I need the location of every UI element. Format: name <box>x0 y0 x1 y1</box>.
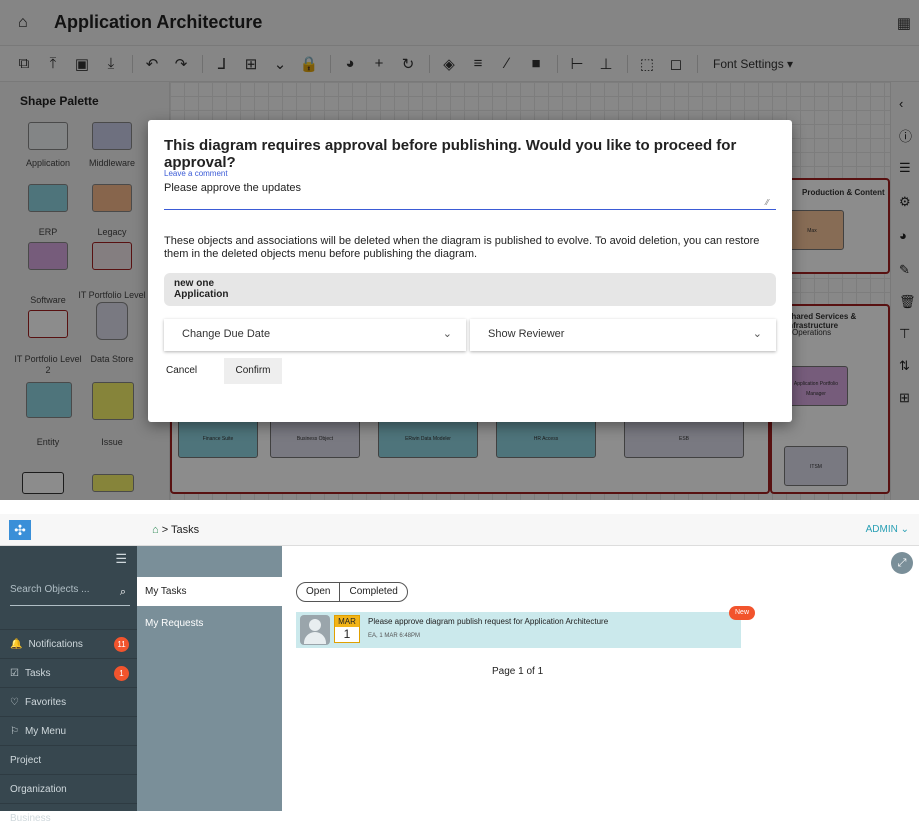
breadcrumb-current: Tasks <box>171 524 200 536</box>
chevron-down-icon: ⌄ <box>752 328 762 340</box>
sidebar-item-tasks[interactable]: ☑ Tasks 1 <box>0 658 137 687</box>
pagination-label: Page 1 of 1 <box>492 666 544 677</box>
bookmark-icon: ⚐ <box>10 726 19 737</box>
new-badge: New <box>729 606 756 620</box>
tasks-count-badge: 1 <box>114 666 129 681</box>
sidebar-item-business[interactable]: Business <box>0 803 137 832</box>
cancel-button[interactable]: Cancel <box>166 365 197 376</box>
tasks-main: ⤢ Open Completed MAR 1 Please approve di… <box>282 546 919 811</box>
sidebar-item-notifications[interactable]: 🔔 Notifications 11 <box>0 629 137 658</box>
avatar <box>300 615 330 645</box>
tab-completed[interactable]: Completed <box>340 583 406 601</box>
breadcrumb: ⌂ > Tasks <box>152 524 199 536</box>
reviewer-dropdown[interactable]: Show Reviewer ⌄ <box>470 319 776 351</box>
app-logo[interactable]: ✣ <box>9 520 31 540</box>
sidebar-item-label: Organization <box>10 784 67 795</box>
confirm-button[interactable]: Confirm <box>224 358 282 384</box>
search-placeholder: Search Objects ... <box>10 584 90 595</box>
deletion-warning: These objects and associations will be d… <box>164 235 760 260</box>
avatar-body <box>304 632 326 644</box>
task-list-item[interactable]: MAR 1 Please approve diagram publish req… <box>296 612 741 648</box>
diagram-editor: ⌂ Application Architecture ▦ ⧉ ⤒ ▣ ⤓ ↶ ↷… <box>0 0 919 500</box>
calendar-month: MAR <box>335 616 359 627</box>
resize-handle-icon[interactable]: ⁄⁄ <box>766 198 769 207</box>
deleted-object: new one <box>174 278 215 289</box>
heart-icon: ♡ <box>10 697 19 708</box>
chevron-down-icon: ⌄ <box>900 524 909 535</box>
tab-open[interactable]: Open <box>297 583 341 601</box>
calendar-date: MAR 1 <box>334 615 360 643</box>
avatar-head <box>309 619 321 631</box>
breadcrumb-separator: > <box>161 524 171 536</box>
comment-underline <box>164 209 776 210</box>
deleted-objects-list: new one Application <box>164 273 776 306</box>
calendar-day: 1 <box>343 627 351 641</box>
sidebar-item-favorites[interactable]: ♡ Favorites <box>0 687 137 716</box>
sidebar: ☰ Search Objects ... ⌕ 🔔 Notifications 11… <box>0 546 137 824</box>
dropdown-label: Change Due Date <box>182 328 271 340</box>
subnav-item-my-requests[interactable]: My Requests <box>145 618 203 629</box>
subnav-item-my-tasks[interactable]: My Tasks <box>137 577 282 606</box>
sidebar-item-label: Project <box>10 755 42 766</box>
checkbox-icon: ☑ <box>10 668 19 679</box>
sidebar-item-label: Favorites <box>24 697 67 708</box>
bell-icon: 🔔 <box>10 639 23 650</box>
notifications-count-badge: 11 <box>114 637 129 652</box>
tasks-subnav: My Tasks My Requests <box>137 546 282 811</box>
expand-icon[interactable]: ⤢ <box>891 552 913 574</box>
comment-textarea[interactable]: Please approve the updates <box>164 182 301 194</box>
task-meta: EA, 1 MAR 6:48PM <box>368 633 421 639</box>
task-status-tabs: Open Completed <box>296 582 408 602</box>
sidebar-item-label: Tasks <box>24 668 51 679</box>
sidebar-item-label: Notifications <box>28 639 83 650</box>
comment-label: Leave a comment <box>164 169 228 178</box>
task-title[interactable]: Please approve diagram publish request f… <box>368 617 608 626</box>
sidebar-item-label: My Menu <box>24 726 67 737</box>
sidebar-item-my-menu[interactable]: ⚐ My Menu <box>0 716 137 745</box>
sidebar-item-label: Business <box>10 813 51 824</box>
dropdown-label: Show Reviewer <box>488 328 565 340</box>
sidebar-item-organization[interactable]: Organization <box>0 774 137 803</box>
home-icon[interactable]: ⌂ <box>152 524 159 536</box>
user-menu[interactable]: ADMIN ⌄ <box>866 524 909 535</box>
top-navbar: ✣ ⌂ > Tasks ADMIN ⌄ <box>0 514 919 546</box>
hamburger-icon[interactable]: ☰ <box>115 551 127 567</box>
search-icon[interactable]: ⌕ <box>120 586 126 599</box>
search-input[interactable]: Search Objects ... ⌕ <box>10 584 130 606</box>
due-date-dropdown[interactable]: Change Due Date ⌄ <box>164 319 466 351</box>
tasks-app: ✣ ⌂ > Tasks ADMIN ⌄ ☰ Search Objects ...… <box>0 514 919 824</box>
chevron-down-icon: ⌄ <box>442 328 452 340</box>
approval-dialog: This diagram requires approval before pu… <box>148 120 792 422</box>
dialog-title: This diagram requires approval before pu… <box>164 137 737 171</box>
deleted-object: Application <box>174 289 229 300</box>
user-name: ADMIN <box>865 524 898 535</box>
sidebar-item-project[interactable]: Project <box>0 745 137 774</box>
